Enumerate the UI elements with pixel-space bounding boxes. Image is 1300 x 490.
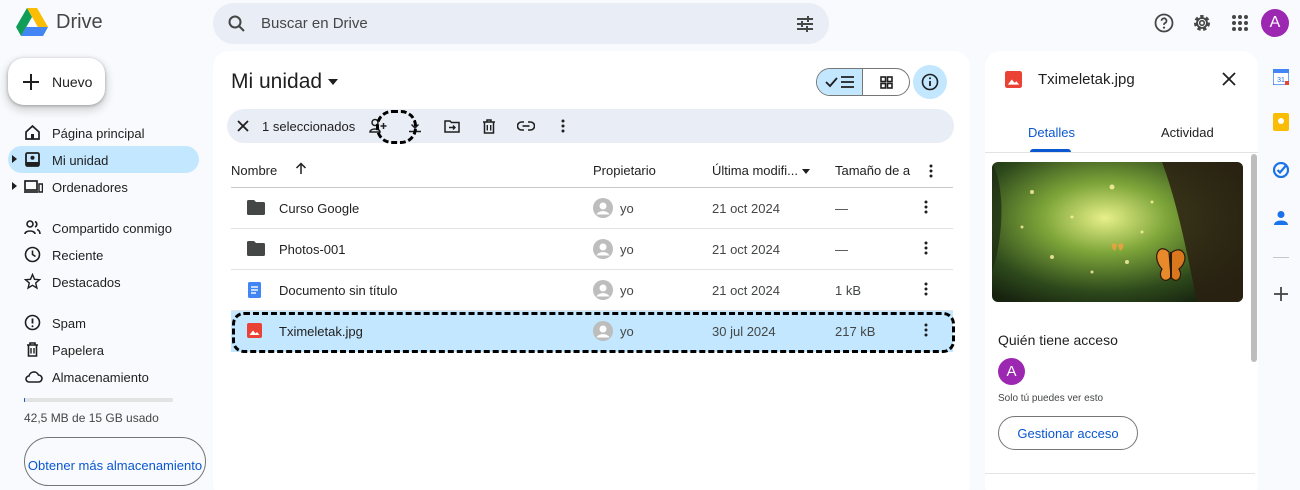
main-panel: Mi unidad 1 seleccionados Nombre Propiet…	[213, 51, 970, 490]
app-name: Drive	[56, 10, 103, 33]
star-icon	[24, 273, 41, 290]
drive-logo-icon	[16, 8, 48, 36]
cloud-icon	[24, 368, 43, 385]
link-icon[interactable]	[507, 111, 544, 141]
owner-avatar-icon	[593, 239, 613, 259]
sidebar-item-storage[interactable]: Almacenamiento	[8, 363, 199, 390]
folder-icon	[247, 200, 265, 215]
access-note: Solo tú puedes ver esto	[998, 393, 1104, 404]
table-header: Nombre Propietario Última modifi... Tama…	[231, 158, 953, 188]
storage-bar-fill	[24, 398, 26, 402]
table-row[interactable]: Documento sin título yo 21 oct 2024 1 kB	[231, 270, 953, 311]
shared-icon	[24, 219, 41, 236]
new-button-label: Nuevo	[52, 73, 93, 90]
google-doc-icon	[247, 282, 262, 298]
chevron-down-icon	[328, 79, 339, 85]
svg-text:31: 31	[1277, 77, 1285, 84]
grid-view-button[interactable]	[863, 69, 909, 95]
new-button[interactable]: Nuevo	[8, 58, 105, 105]
storage-bar	[24, 398, 173, 402]
tasks-app-icon[interactable]	[1268, 157, 1294, 183]
storage-usage-text: 42,5 MB de 15 GB usado	[24, 411, 159, 425]
close-icon[interactable]	[1222, 72, 1236, 86]
selection-count: 1 seleccionados	[262, 118, 356, 134]
sidebar-item-my-drive[interactable]: Mi unidad	[8, 146, 199, 173]
my-drive-icon	[24, 151, 41, 168]
sidebar-item-trash[interactable]: Papelera	[8, 336, 199, 363]
info-icon	[921, 73, 939, 91]
more-options-icon[interactable]	[924, 241, 928, 255]
clock-icon	[24, 246, 41, 263]
details-file-name: Tximeletak.jpg	[1038, 71, 1135, 88]
sidebar-item-shared[interactable]: Compartido conmigo	[8, 214, 199, 241]
sidebar-item-spam[interactable]: Spam	[8, 309, 199, 336]
details-info-button[interactable]	[913, 65, 947, 99]
home-icon	[24, 124, 41, 141]
table-row[interactable]: Curso Google yo 21 oct 2024 —	[231, 188, 953, 229]
get-more-storage-button[interactable]: Obtener más almacenamiento	[24, 437, 206, 486]
list-view-button[interactable]	[817, 69, 864, 95]
search-input[interactable]	[261, 15, 761, 32]
account-avatar[interactable]: A	[1261, 9, 1289, 37]
keep-app-icon[interactable]	[1268, 109, 1294, 135]
selection-toolbar: 1 seleccionados	[227, 109, 954, 144]
view-toggle	[816, 68, 910, 96]
image-file-icon	[1005, 71, 1022, 88]
more-actions-icon[interactable]	[544, 111, 581, 141]
spam-icon	[24, 314, 41, 331]
sidebar-item-computers[interactable]: Ordenadores	[8, 173, 199, 200]
owner-avatar-icon	[593, 280, 613, 300]
settings-icon[interactable]	[1183, 9, 1221, 37]
details-scrollbar[interactable]	[1251, 154, 1257, 362]
column-size-header[interactable]: Tamaño de a	[835, 163, 910, 178]
sidebar-item-starred[interactable]: Destacados	[8, 268, 199, 295]
sort-down-icon[interactable]	[802, 169, 810, 174]
add-app-icon[interactable]	[1268, 281, 1294, 307]
owner-avatar-icon	[593, 198, 613, 218]
help-icon[interactable]	[1145, 9, 1183, 37]
share-highlight	[376, 110, 417, 144]
delete-icon[interactable]	[470, 111, 507, 141]
access-title: Quién tiene acceso	[998, 332, 1118, 348]
sidebar-nav: Página principal Mi unidad Ordenadores C…	[8, 119, 199, 390]
expand-caret-icon[interactable]	[12, 155, 17, 163]
drive-logo[interactable]: Drive	[16, 8, 103, 36]
calendar-app-icon[interactable]: 31	[1268, 64, 1294, 90]
details-panel: Tximeletak.jpg Detalles Actividad Quién …	[985, 51, 1258, 490]
tab-activity[interactable]: Actividad	[1161, 125, 1214, 140]
table-row[interactable]: Photos-001 yo 21 oct 2024 —	[231, 229, 953, 270]
folder-icon	[247, 241, 265, 256]
search-options-icon[interactable]	[795, 14, 815, 34]
selected-row-highlight	[232, 312, 955, 353]
access-user-avatar[interactable]: A	[998, 358, 1025, 385]
tab-details[interactable]: Detalles	[1028, 125, 1075, 140]
apps-grid-icon[interactable]	[1221, 9, 1259, 37]
search-bar[interactable]	[213, 3, 829, 44]
move-icon[interactable]	[433, 111, 470, 141]
sidebar-item-recent[interactable]: Reciente	[8, 241, 199, 268]
trash-icon	[24, 341, 41, 358]
page-title[interactable]: Mi unidad	[231, 70, 339, 94]
column-name-header[interactable]: Nombre	[231, 163, 277, 178]
sidebar-item-home[interactable]: Página principal	[8, 119, 199, 146]
more-options-icon[interactable]	[924, 200, 928, 214]
computers-icon	[24, 178, 43, 195]
clear-selection-icon[interactable]	[237, 120, 249, 132]
sort-arrow-icon[interactable]	[295, 162, 307, 175]
column-modified-header[interactable]: Última modifi...	[712, 163, 798, 178]
contacts-app-icon[interactable]	[1268, 205, 1294, 231]
search-icon[interactable]	[227, 14, 247, 34]
column-owner-header[interactable]: Propietario	[593, 163, 656, 178]
column-options-icon[interactable]	[929, 164, 933, 178]
expand-caret-icon[interactable]	[12, 182, 17, 190]
image-preview[interactable]	[992, 162, 1243, 302]
plus-icon	[22, 73, 40, 91]
more-options-icon[interactable]	[924, 282, 928, 296]
manage-access-button[interactable]: Gestionar acceso	[998, 416, 1138, 450]
